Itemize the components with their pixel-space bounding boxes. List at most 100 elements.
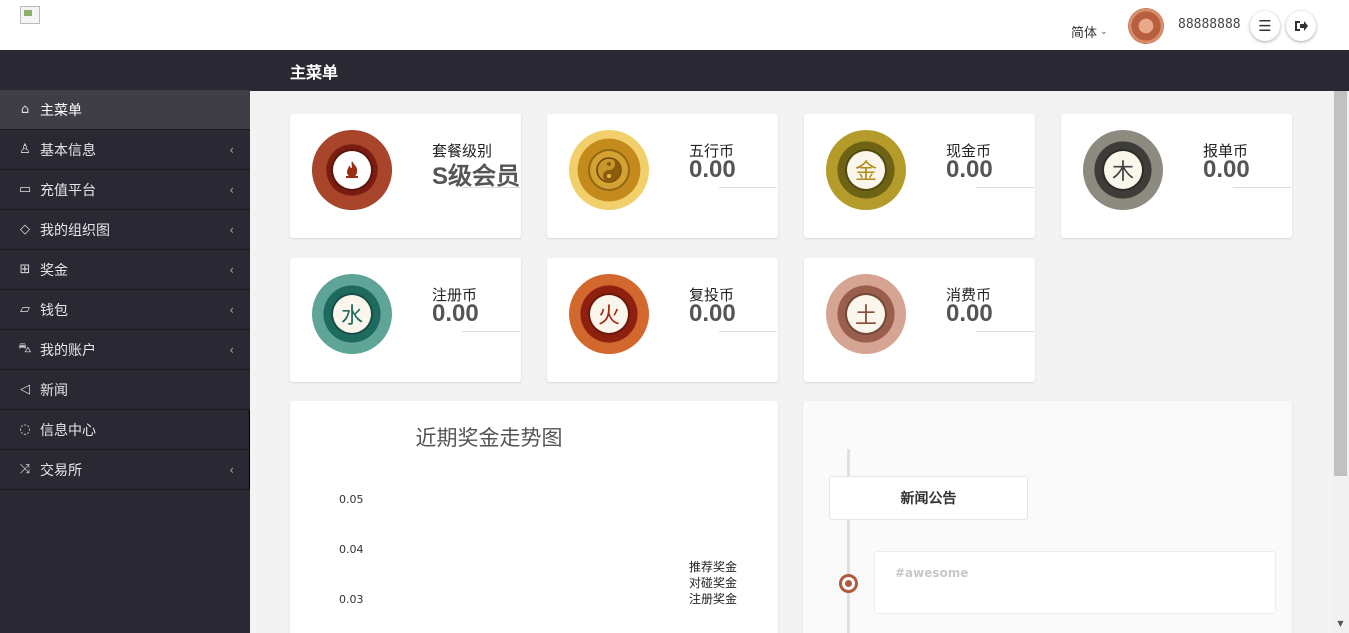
legend-item[interactable]: 推荐奖金 xyxy=(689,558,737,575)
y-tick-label: 0.04 xyxy=(339,543,364,556)
sidebar-item-org-chart[interactable]: ◇ 我的组织图 ‹ xyxy=(0,210,250,250)
language-selector[interactable]: 简体 ⌄ xyxy=(1071,22,1108,41)
stat-card-register-coin: 水 注册币 0.00 xyxy=(290,258,521,382)
top-header: 简体 ⌄ 88888888 ☰ xyxy=(0,0,1349,50)
sign-out-icon xyxy=(1295,21,1308,31)
shui-coin-icon: 水 xyxy=(312,274,392,354)
hamburger-icon: ☰ xyxy=(1258,17,1272,35)
chevron-down-icon: ⌄ xyxy=(1100,26,1108,37)
home-icon: ⌂ xyxy=(20,102,30,117)
card-divider xyxy=(462,187,520,188)
sidebar-item-label: 奖金 xyxy=(40,262,68,279)
sidebar-item-label: 新闻 xyxy=(40,382,68,399)
sidebar-item-label: 交易所 xyxy=(40,462,82,479)
tag-icon: ◇ xyxy=(20,222,30,237)
card-value: 0.00 xyxy=(689,156,736,183)
coin-character: 水 xyxy=(333,295,371,333)
fire-coin-icon xyxy=(312,130,392,210)
logout-button[interactable] xyxy=(1286,11,1316,41)
sidebar-item-label: 基本信息 xyxy=(40,142,96,159)
yin-yang-icon xyxy=(596,157,622,183)
sidebar-item-message-center[interactable]: ◌ 信息中心 xyxy=(0,410,250,450)
sidebar-item-label: 主菜单 xyxy=(40,102,82,119)
jin-coin-icon: 金 xyxy=(826,130,906,210)
chart-title: 近期奖金走势图 xyxy=(415,426,563,450)
user-icon: ♙ xyxy=(19,142,31,157)
card-divider xyxy=(976,187,1034,188)
sidebar-item-label: 我的组织图 xyxy=(40,222,110,239)
y-tick-label: 0.03 xyxy=(339,593,364,606)
card-divider xyxy=(719,331,777,332)
chevron-left-icon: ‹ xyxy=(229,182,234,197)
chevron-left-icon: ‹ xyxy=(229,222,234,237)
sidebar-item-exchange[interactable]: ⤨ 交易所 ‹ xyxy=(0,450,250,490)
card-value: 0.00 xyxy=(946,156,993,183)
tu-coin-icon: 土 xyxy=(826,274,906,354)
sidebar-item-label: 信息中心 xyxy=(40,422,96,439)
bagua-coin-icon xyxy=(569,130,649,210)
sidebar-item-label: 钱包 xyxy=(40,302,68,319)
scrollbar-thumb[interactable] xyxy=(1334,91,1347,476)
language-label: 简体 xyxy=(1071,26,1098,41)
stat-card-package-level: 套餐级别 S级会员 xyxy=(290,114,521,238)
chevron-left-icon: ‹ xyxy=(229,302,234,317)
page-title-bar: 主菜单 xyxy=(250,50,1349,91)
sidebar-header xyxy=(0,50,250,90)
coin-character: 土 xyxy=(847,295,885,333)
sidebar-item-bonus[interactable]: ⊞ 奖金 ‹ xyxy=(0,250,250,290)
chevron-left-icon: ‹ xyxy=(229,262,234,277)
avatar[interactable] xyxy=(1129,9,1163,43)
shuffle-icon: ⤨ xyxy=(19,462,31,477)
sidebar-item-main-menu[interactable]: ⌂ 主菜单 xyxy=(0,90,250,130)
stat-card-order-coin: 木 报单币 0.00 xyxy=(1061,114,1292,238)
bonus-trend-chart: 近期奖金走势图 0.05 0.04 0.03 推荐奖金 对碰奖金 注册奖金 xyxy=(290,401,778,633)
username: 88888888 xyxy=(1178,17,1241,32)
chevron-left-icon: ‹ xyxy=(229,342,234,357)
sidebar-item-wallet[interactable]: ▱ 钱包 ‹ xyxy=(0,290,250,330)
stat-card-consume-coin: 土 消费币 0.00 xyxy=(804,258,1035,382)
sidebar-item-label: 充值平台 xyxy=(40,182,96,199)
y-tick-label: 0.05 xyxy=(339,493,364,506)
cart-icon: ⛍ xyxy=(18,341,32,356)
stat-card-reinvest-coin: 火 复投币 0.00 xyxy=(547,258,778,382)
mu-coin-icon: 木 xyxy=(1083,130,1163,210)
legend-item[interactable]: 对碰奖金 xyxy=(689,574,737,591)
sidebar-item-recharge[interactable]: ▭ 充值平台 ‹ xyxy=(0,170,250,210)
card-divider xyxy=(1233,187,1291,188)
sidebar-item-my-account[interactable]: ⛍ 我的账户 ‹ xyxy=(0,330,250,370)
news-panel: 新闻公告 #awesome xyxy=(803,401,1292,633)
legend-item[interactable]: 注册奖金 xyxy=(689,590,737,607)
megaphone-icon: ◁ xyxy=(20,382,30,397)
card-value: 0.00 xyxy=(1203,156,1250,183)
card-divider xyxy=(462,331,520,332)
news-item[interactable]: #awesome xyxy=(874,551,1276,614)
logo-image-icon xyxy=(20,6,40,24)
chevron-left-icon: ‹ xyxy=(229,462,234,477)
news-item-text: #awesome xyxy=(895,566,969,580)
menu-toggle-button[interactable]: ☰ xyxy=(1250,11,1280,41)
flame-icon xyxy=(346,161,358,178)
card-divider xyxy=(976,331,1034,332)
coin-character: 木 xyxy=(1104,151,1142,189)
scroll-down-arrow-icon[interactable]: ▼ xyxy=(1334,617,1347,631)
card-value: 0.00 xyxy=(689,300,736,327)
folder-icon: ▱ xyxy=(20,302,30,317)
card-value: 0.00 xyxy=(432,300,479,327)
timeline-dot-icon xyxy=(839,574,858,593)
page-title: 主菜单 xyxy=(290,63,339,82)
card-divider xyxy=(719,187,777,188)
coin-character: 火 xyxy=(590,295,628,333)
sidebar-item-label: 我的账户 xyxy=(40,342,96,359)
coin-character: 金 xyxy=(847,151,885,189)
card-value: 0.00 xyxy=(946,300,993,327)
chevron-left-icon: ‹ xyxy=(229,142,234,157)
stat-card-wuxing-coin: 五行币 0.00 xyxy=(547,114,778,238)
card-value: S级会员 xyxy=(432,163,521,190)
sidebar-item-news[interactable]: ◁ 新闻 xyxy=(0,370,250,410)
sidebar-item-basic-info[interactable]: ♙ 基本信息 ‹ xyxy=(0,130,250,170)
gift-icon: ⊞ xyxy=(19,262,31,277)
credit-card-icon: ▭ xyxy=(18,182,32,197)
sidebar: ⌂ 主菜单 ♙ 基本信息 ‹ ▭ 充值平台 ‹ ◇ 我的组织图 ‹ ⊞ 奖金 ‹… xyxy=(0,90,250,633)
chat-icon: ◌ xyxy=(19,422,31,437)
stat-card-cash-coin: 金 现金币 0.00 xyxy=(804,114,1035,238)
